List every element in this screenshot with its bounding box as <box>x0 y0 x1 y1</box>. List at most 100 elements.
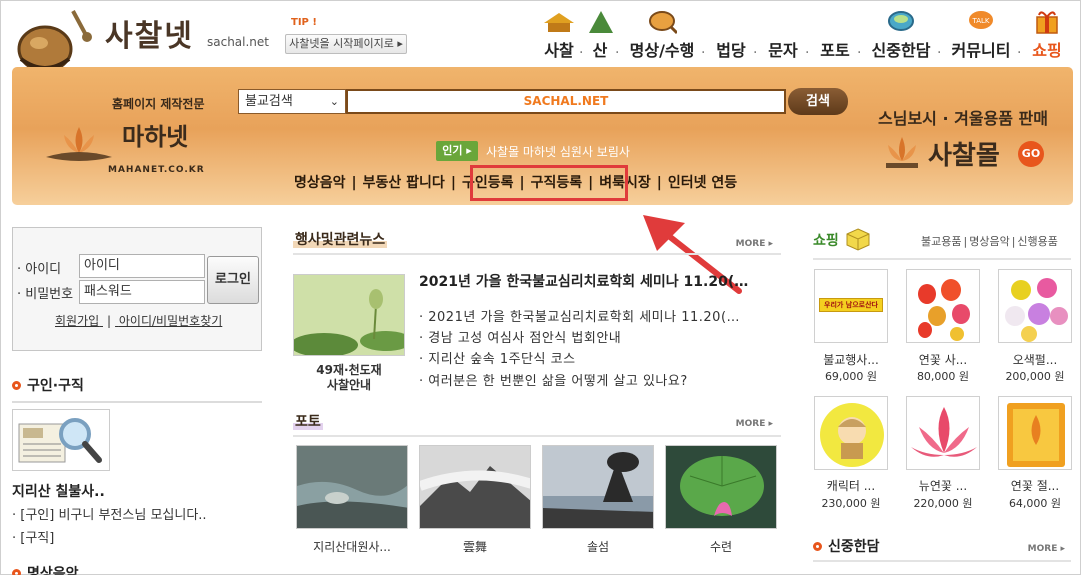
product-name[interactable]: 오색펄... <box>990 351 1080 368</box>
news-thumbnail[interactable] <box>290 274 412 357</box>
go-button[interactable]: GO <box>1018 141 1044 167</box>
jobs-header: 구인·구직 <box>12 375 262 403</box>
bullet-icon <box>12 569 21 575</box>
music-title[interactable]: 명상음악 <box>27 566 79 575</box>
photo-thumbnail[interactable] <box>296 445 408 529</box>
sinjung-header: 신중한담 MORE <box>813 536 1071 562</box>
photo-thumbnail[interactable] <box>419 445 531 529</box>
news-header: 행사및관련뉴스 MORE <box>293 229 781 255</box>
photo-caption[interactable]: 솔섬 <box>542 538 654 555</box>
product-price: 220,000 원 <box>913 497 973 510</box>
photo-thumbnail[interactable] <box>542 445 654 529</box>
lotus-icon <box>42 117 116 170</box>
id-input[interactable]: 아이디 <box>79 254 205 278</box>
shop-tab-buddhist-goods[interactable]: 불교용품 <box>921 235 961 248</box>
mahanet-banner[interactable]: 홈페이지 제작전문 마하넷 MAHANET.CO.KR <box>36 95 246 195</box>
photo-more-link[interactable]: MORE <box>736 419 773 429</box>
quicklink-meditation-music[interactable]: 명상음악 <box>294 175 346 191</box>
top-bar: 사찰넷 sachal.net TIP ! 사찰넷을 시작페이지로 ▸ 사찰 · … <box>1 1 1081 100</box>
set-homepage-button[interactable]: 사찰넷을 시작페이지로 ▸ <box>285 34 407 54</box>
search-button[interactable]: 검색 <box>788 88 848 115</box>
news-title[interactable]: 행사및관련뉴스 <box>293 232 388 248</box>
news-thumbnail-caption[interactable]: 49재·천도재 사찰안내 <box>293 363 405 393</box>
site-domain: sachal.net <box>207 35 270 49</box>
music-header: 명상음악 <box>12 563 262 575</box>
quicklink-real-estate[interactable]: 부동산 팝니다 <box>363 175 445 191</box>
login-box: · 아이디 · 비밀번호 아이디 패스워드 로그인 회원가입 | 아이디/비밀번… <box>12 227 262 351</box>
news-item[interactable]: · 여러분은 한 번뿐인 삶을 어떻게 살고 있나요? <box>419 370 688 389</box>
photo-caption[interactable]: 지리산대원사... <box>296 538 408 555</box>
product-image[interactable]: 우리가 남으로산다 <box>814 269 888 343</box>
product-name[interactable]: 불교행사... <box>806 351 896 368</box>
nav-temple[interactable]: 사찰 <box>541 9 577 65</box>
id-label: · 아이디 <box>17 262 62 277</box>
product-name[interactable]: 연꽃 사... <box>898 351 988 368</box>
cube-icon <box>845 227 871 254</box>
temple-icon <box>541 9 577 35</box>
job-item-line[interactable]: · [구직] <box>12 527 54 546</box>
search-category-select[interactable]: 불교검색 ⌄ <box>238 89 346 114</box>
talk-icon: TALK <box>949 9 1013 35</box>
lotus-icon <box>886 137 918 168</box>
news-item[interactable]: · 2021년 가을 한국불교심리치료학회 세미나 11.20(… <box>419 306 740 325</box>
mountain-icon <box>589 9 613 35</box>
newspaper-magnifier-image[interactable] <box>12 409 110 471</box>
product-name[interactable]: 캐릭터 ... <box>806 477 896 494</box>
bowl-icon <box>627 9 697 35</box>
sachal-mall-banner[interactable]: 사찰몰 GO <box>880 133 1070 173</box>
product-image[interactable] <box>906 396 980 470</box>
password-input[interactable]: 패스워드 <box>79 280 205 304</box>
photo-title[interactable]: 포토 <box>293 414 323 430</box>
find-account-link[interactable]: 아이디/비밀번호찾기 <box>119 314 222 328</box>
nav-sinjung[interactable]: 신중한담 <box>869 9 933 65</box>
popular-badge: 인기 ▸ <box>436 141 478 161</box>
news-more-link[interactable]: MORE <box>736 239 773 249</box>
product-image[interactable] <box>998 396 1072 470</box>
news-headline[interactable]: 2021년 가을 한국불교심리치료학회 세미나 11.20(… <box>419 271 748 291</box>
chevron-down-icon: ⌄ <box>329 95 339 108</box>
product-price: 200,000 원 <box>1005 370 1065 383</box>
product-price: 80,000 원 <box>916 370 970 383</box>
photo-caption[interactable]: 수련 <box>665 538 777 555</box>
top-nav: 사찰 · 산 · 명상/수행 · 법당 · 문자 · 포토 · 신중한담 · T… <box>541 9 1071 65</box>
product-image[interactable] <box>814 396 888 470</box>
login-button[interactable]: 로그인 <box>207 256 259 304</box>
nav-mountain[interactable]: 산 <box>589 9 613 65</box>
nav-text[interactable]: 문자 <box>765 9 801 65</box>
popular-keywords[interactable]: 사찰몰 마하넷 심원사 보림사 <box>486 143 630 160</box>
nav-shopping[interactable]: 쇼핑 <box>1029 9 1065 65</box>
photo-header: 포토 MORE <box>293 411 781 437</box>
shop-title[interactable]: 쇼핑 <box>813 233 839 249</box>
product-price: 64,000 원 <box>1008 497 1062 510</box>
product-banner-label: 우리가 남으로산다 <box>819 298 883 312</box>
product-image[interactable] <box>998 269 1072 343</box>
product-price: 69,000 원 <box>824 370 878 383</box>
search-input[interactable]: SACHAL.NET <box>346 89 786 114</box>
jobs-title[interactable]: 구인·구직 <box>27 378 84 394</box>
site-logo-text[interactable]: 사찰넷 <box>105 11 194 55</box>
shop-tab-practice-goods[interactable]: 신행용품 <box>1017 235 1057 248</box>
product-name[interactable]: 뉴연꽃 ... <box>898 477 988 494</box>
nav-dharma-hall[interactable]: 법당 <box>713 9 749 65</box>
news-item[interactable]: · 경남 고성 여심사 점안식 법회안내 <box>419 327 621 346</box>
product-image[interactable] <box>906 269 980 343</box>
job-item-line[interactable]: · [구인] 비구니 부전스님 모십니다.. <box>12 504 207 523</box>
shop-tab-meditation-music[interactable]: 명상음악 <box>969 235 1009 248</box>
nav-meditation[interactable]: 명상/수행 <box>627 9 697 65</box>
nav-photo[interactable]: 포토 <box>817 9 853 65</box>
chat-icon <box>869 9 933 35</box>
sinjung-title[interactable]: 신중한담 <box>828 539 880 555</box>
mall-promo-title[interactable]: 스님보시 · 겨울용품 판매 <box>878 105 1048 129</box>
tip-label: TIP ! <box>291 17 317 28</box>
job-item-title[interactable]: 지리산 칠불사.. <box>12 481 105 501</box>
join-link[interactable]: 회원가입 <box>55 314 99 328</box>
shop-tabs: 불교용품 | 명상음악 | 신행용품 <box>921 235 1058 248</box>
photo-thumbnail[interactable] <box>665 445 777 529</box>
quicklink-internet-lantern[interactable]: 인터넷 연등 <box>668 175 737 191</box>
photo-caption[interactable]: 雲舞 <box>419 538 531 555</box>
product-name[interactable]: 연꽃 절... <box>990 477 1080 494</box>
sinjung-more-link[interactable]: MORE <box>1028 544 1065 554</box>
nav-community[interactable]: TALK 커뮤니티 <box>949 9 1013 65</box>
search-banner: 홈페이지 제작전문 마하넷 MAHANET.CO.KR 불교검색 ⌄ SACHA… <box>12 67 1073 205</box>
news-item[interactable]: · 지리산 숲속 1주단식 코스 <box>419 348 576 367</box>
